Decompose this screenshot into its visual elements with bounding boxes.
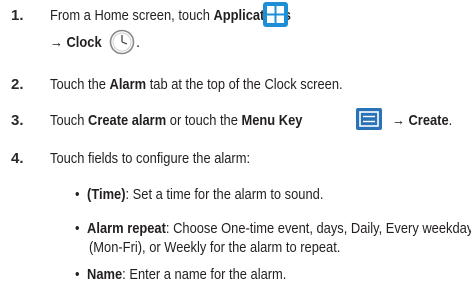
bullet-text: : Set a time for the alarm to sound. (125, 186, 324, 203)
step-text: Touch (50, 112, 89, 129)
bullet-label: Name (87, 266, 123, 283)
bullet-label: Alarm repeat (87, 220, 166, 237)
step-number: 1. (11, 7, 24, 24)
step-3-text: Touch Create alarm or touch the Menu Key (50, 112, 302, 129)
step-text: . (448, 112, 453, 129)
step-1-period: . (136, 34, 141, 51)
step-3-text-end: → Create. (392, 112, 452, 129)
bullet-alarm-repeat-continuation: (Mon-Fri), or Weekly for the alarm to re… (89, 239, 341, 256)
clock-icon (109, 29, 135, 59)
step-text: From a Home screen, touch (50, 7, 214, 24)
bullet-time: • (Time): Set a time for the alarm to sou… (75, 186, 323, 203)
bullet-dot: • (75, 186, 80, 203)
step-number: 2. (11, 76, 24, 93)
alarm-tab-label: Alarm (109, 76, 147, 93)
step-text: tab at the top of the Clock screen. (146, 76, 343, 93)
clock-label: Clock (66, 34, 102, 51)
step-1-line-1: From a Home screen, touch Applications (50, 7, 291, 24)
step-text: or touch the (166, 112, 242, 129)
apps-grid-icon (263, 2, 288, 31)
step-number: 4. (11, 150, 24, 167)
bullet-text: : Choose One-time event, days, Daily, Ev… (165, 220, 471, 237)
step-number: 3. (11, 112, 24, 129)
bullet-text: : Enter a name for the alarm. (122, 266, 287, 283)
menu-key-label: Menu Key (241, 112, 303, 129)
arrow-icon: → (50, 34, 63, 51)
bullet-label: (Time) (87, 186, 126, 203)
bullet-dot: • (75, 220, 80, 237)
bullet-dot: • (75, 266, 80, 283)
step-text: Touch the (50, 76, 110, 93)
bullet-alarm-repeat: • Alarm repeat: Choose One-time event, da… (75, 220, 471, 237)
step-4-text: Touch fields to configure the alarm: (50, 150, 251, 167)
step-2-text: Touch the Alarm tab at the top of the Cl… (50, 76, 343, 93)
create-label: Create (408, 112, 449, 129)
menu-key-icon (356, 108, 382, 134)
bullet-name: • Name: Enter a name for the alarm. (75, 266, 286, 283)
arrow-icon: → (392, 112, 405, 129)
step-1-line-2: → Clock (50, 34, 102, 51)
create-alarm-label: Create alarm (88, 112, 167, 129)
